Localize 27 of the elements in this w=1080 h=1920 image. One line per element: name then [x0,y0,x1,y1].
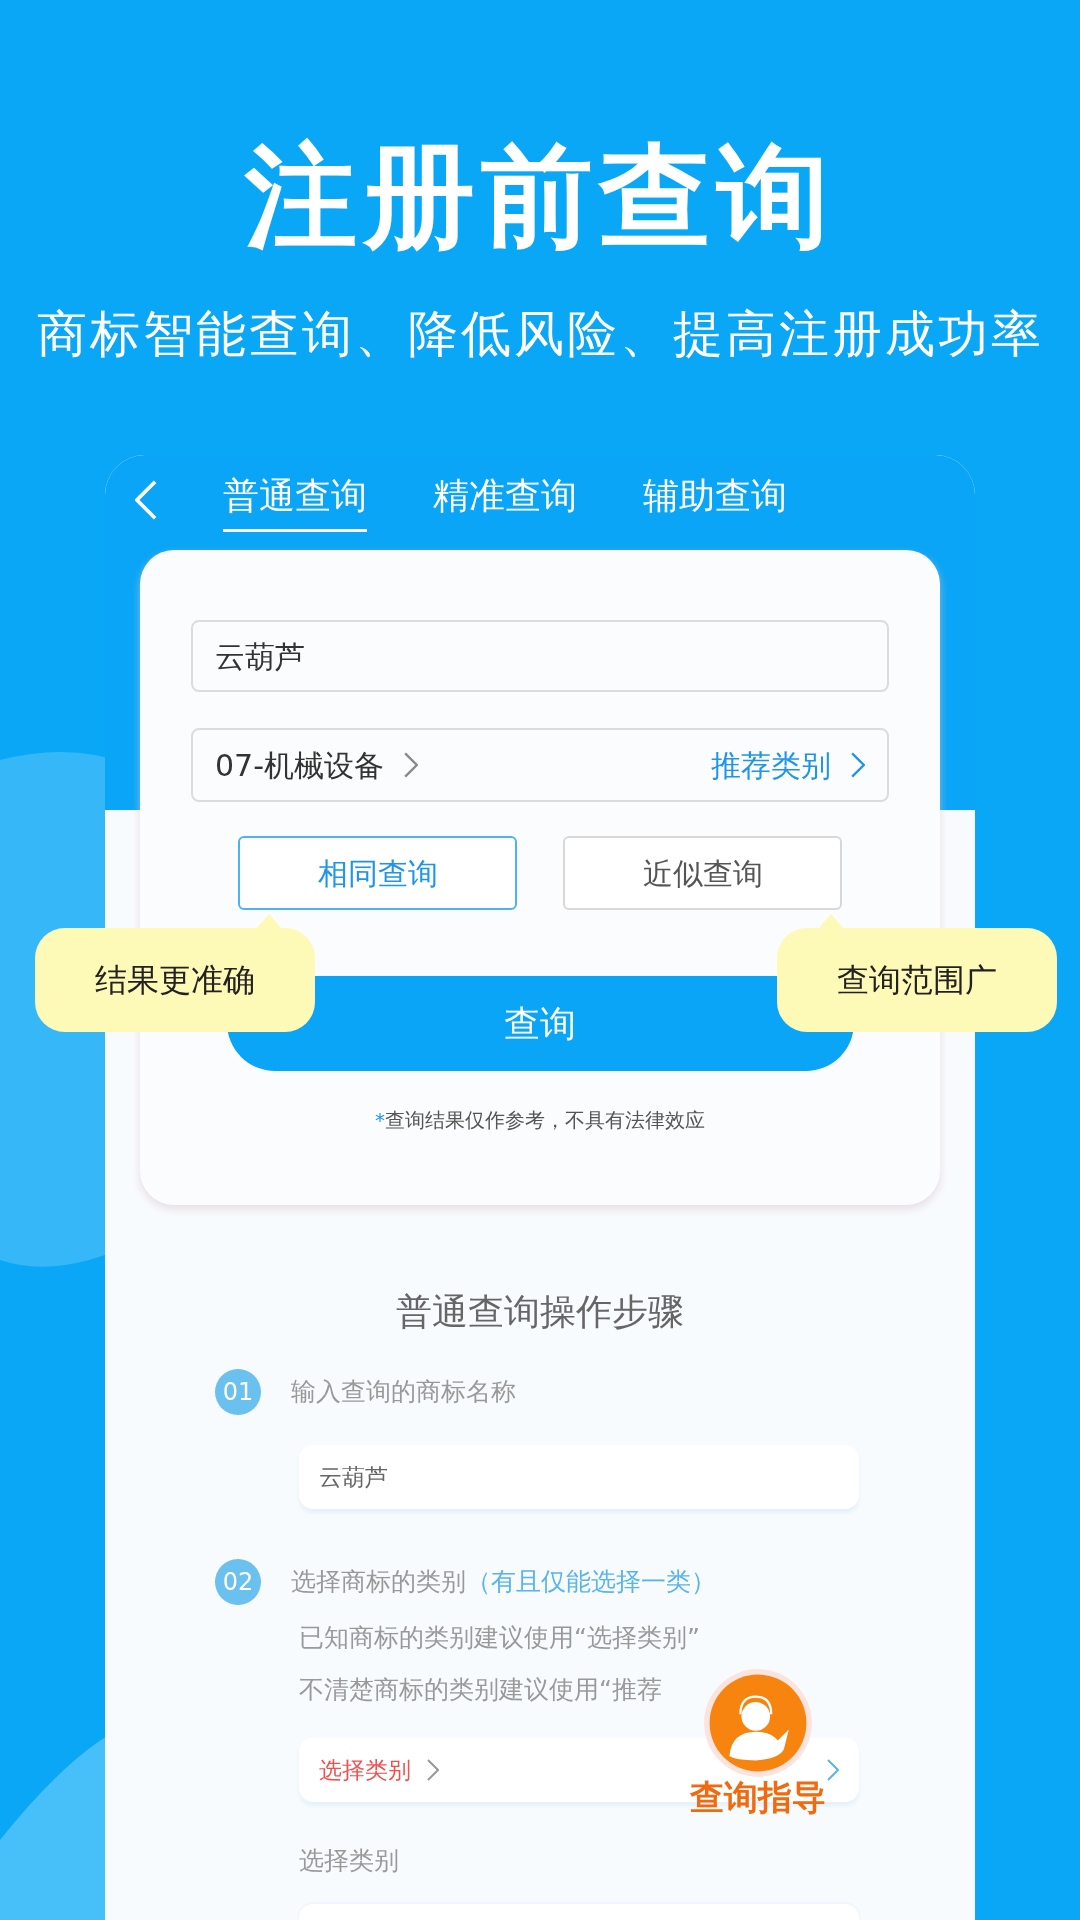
step-hint: 已知商标的类别建议使用“选择类别” [299,1622,701,1654]
tab[interactable]: 精准查询 [433,468,577,532]
chevron-icon [851,751,865,779]
back-icon [135,480,157,520]
steps-title: 普通查询操作步骤 [396,1290,684,1334]
chevron-icon [404,751,418,779]
category-selector[interactable]: 07-机械设备 [215,742,418,788]
query-mode-button[interactable]: 相同查询 [238,836,517,910]
choose-category-link[interactable]: 选择类别 [319,1752,439,1788]
tooltip-pointer [255,914,283,930]
chevron-icon [827,1758,839,1782]
chevron-icon [427,1758,439,1782]
subheadline: 商标智能查询、降低风险、提高注册成功率 [36,304,1044,365]
field-label: 选择类别 [299,1845,400,1877]
step-title: 选择商标的类别（有且仅能选择一类） [291,1566,716,1599]
recommend-category-link[interactable]: 推荐类别 [711,742,865,788]
tooltip-pointer [817,914,845,930]
query-mode-button[interactable]: 近似查询 [563,836,842,910]
disclaimer-text: *查询结果仅作参考，不具有法律效应 [375,1107,705,1134]
step-hint: 不清楚商标的类别建议使用“推荐 [299,1673,663,1706]
headline: 注册前查询 [245,140,835,252]
guide-button[interactable]: 查询指导 [690,1668,826,1823]
example-name-field: 云葫芦 [299,1445,859,1509]
step-title: 输入查询的商标名称 [291,1376,516,1409]
trademark-field[interactable]: 云葫芦 [191,620,889,692]
tab[interactable]: 普通查询 [223,468,367,532]
tab[interactable]: 辅助查询 [643,468,787,532]
